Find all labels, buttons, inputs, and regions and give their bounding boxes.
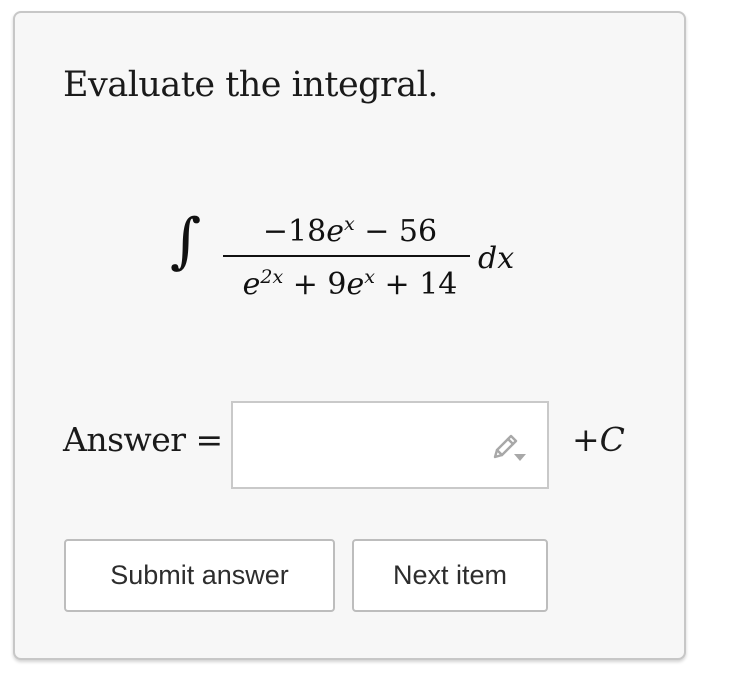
answer-label: Answer = (63, 420, 223, 459)
next-item-button[interactable]: Next item (352, 539, 548, 612)
differential: dx (478, 241, 515, 276)
denominator-exponent-2: x (364, 266, 375, 288)
question-prompt: Evaluate the integral. (63, 65, 438, 105)
integral-numerator: −18ex − 56 (220, 213, 480, 249)
question-card: Evaluate the integral. ∫ −18ex − 56 e2x … (13, 11, 686, 660)
numerator-base: e (326, 214, 344, 249)
numerator-exponent: x (343, 213, 355, 235)
denominator-middle-term: + 9 (283, 267, 347, 302)
numerator-constant: − 56 (354, 214, 438, 249)
denominator-base-1: e (242, 267, 261, 302)
answer-input[interactable] (231, 401, 549, 489)
constant-plus: + (572, 420, 600, 459)
integral-expression: ∫ −18ex − 56 e2x + 9ex + 14 dx (170, 203, 540, 323)
denominator-constant: + 14 (374, 267, 458, 302)
constant-letter: C (599, 420, 625, 459)
submit-answer-button[interactable]: Submit answer (64, 539, 335, 612)
denominator-exponent-1: 2x (260, 266, 284, 288)
integral-denominator: e2x + 9ex + 14 (220, 266, 480, 302)
numerator-coefficient: −18 (262, 214, 327, 249)
integral-sign: ∫ (170, 206, 202, 276)
pencil-icon[interactable] (489, 429, 527, 467)
fraction-bar (223, 255, 470, 257)
integration-constant: +C (572, 423, 625, 456)
denominator-base-2: e (346, 267, 365, 302)
